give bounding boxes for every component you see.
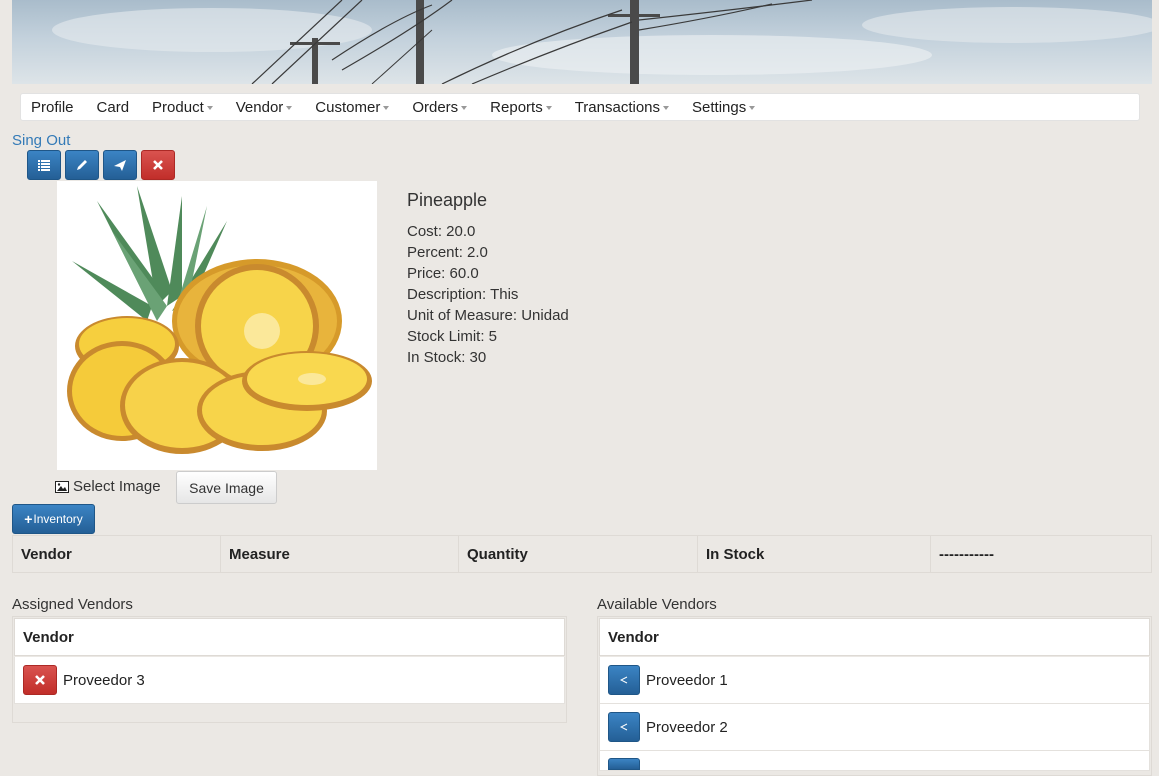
available-vendors-table: Vendor Proveedor 1 Proveedor 2 — [597, 616, 1152, 776]
vendor-name: Proveedor 1 — [646, 671, 728, 689]
save-image-button[interactable]: Save Image — [176, 471, 277, 504]
inventory-col-actions: ----------- — [939, 545, 994, 563]
product-name: Pineapple — [407, 190, 488, 210]
inventory-col-in-stock: In Stock — [698, 536, 931, 572]
main-navbar: Profile Card Product Vendor Customer Ord… — [20, 93, 1140, 121]
header-banner — [12, 0, 1152, 84]
signout-link[interactable]: Sing Out — [12, 132, 70, 149]
edit-button[interactable] — [65, 150, 99, 180]
inventory-label: Inventory — [33, 512, 83, 526]
table-row: Proveedor 1 — [599, 657, 1150, 704]
nav-customer[interactable]: Customer — [315, 98, 390, 116]
product-image — [57, 181, 377, 470]
select-image-button[interactable]: Select Image — [55, 478, 161, 495]
caret-down-icon — [545, 106, 552, 110]
nav-vendor[interactable]: Vendor — [236, 99, 293, 116]
nav-profile-label: Profile — [31, 98, 74, 116]
inventory-table: Vendor Measure Quantity In Stock -------… — [12, 535, 1152, 573]
nav-reports-label: Reports — [490, 98, 543, 116]
product-stock-limit: Stock Limit: 5 — [407, 328, 498, 345]
plus-icon: + — [24, 511, 33, 527]
list-button[interactable] — [27, 150, 61, 180]
caret-down-icon — [206, 106, 213, 110]
nav-transactions[interactable]: Transactions — [574, 98, 670, 116]
nav-product-label: Product — [152, 98, 204, 116]
arrow-left-icon — [620, 676, 628, 684]
nav-vendor-label: Vendor — [235, 98, 284, 116]
pencil-icon — [77, 160, 87, 170]
add-vendor-button[interactable] — [608, 665, 640, 695]
product-cost: Cost: 20.0 — [407, 223, 476, 240]
product-in-stock: In Stock: 30 — [407, 349, 487, 366]
nav-customer-label: Customer — [315, 98, 381, 116]
select-image-label: Select Image — [73, 478, 161, 495]
assigned-vendors-header: Vendor — [14, 618, 565, 656]
nav-orders-label: Orders — [412, 98, 459, 116]
inventory-col-quantity: Quantity — [459, 536, 698, 572]
assigned-vendors-table: Vendor Proveedor 3 — [12, 616, 567, 723]
caret-down-icon — [383, 106, 390, 110]
add-vendor-button[interactable] — [608, 712, 640, 742]
available-vendors-title: Available Vendors — [597, 596, 717, 613]
caret-down-icon — [663, 106, 670, 110]
nav-profile[interactable]: Profile — [31, 99, 74, 116]
nav-orders[interactable]: Orders — [412, 98, 468, 116]
vendor-name: Proveedor 2 — [646, 718, 728, 736]
nav-settings-label: Settings — [692, 98, 747, 116]
product-percent: Percent: 2.0 — [407, 244, 488, 261]
nav-card-label: Card — [96, 98, 130, 116]
table-row — [599, 751, 1150, 771]
nav-settings[interactable]: Settings — [692, 98, 756, 116]
nav-card[interactable]: Card — [97, 99, 130, 116]
caret-down-icon — [286, 106, 293, 110]
caret-down-icon — [461, 106, 468, 110]
delete-button[interactable] — [141, 150, 175, 180]
product-description: Description: This — [407, 286, 519, 303]
add-vendor-button[interactable] — [608, 758, 640, 770]
product-details: Pineapple Cost: 20.0 Percent: 2.0 Price:… — [407, 190, 569, 368]
caret-down-icon — [749, 106, 756, 110]
available-vendors-header: Vendor — [599, 618, 1150, 656]
product-unit: Unit of Measure: Unidad — [407, 307, 569, 324]
vendor-name: Proveedor 3 — [63, 671, 145, 689]
table-row: Proveedor 3 — [14, 657, 565, 704]
nav-reports[interactable]: Reports — [490, 99, 552, 116]
close-icon — [35, 675, 45, 685]
picture-icon — [55, 480, 69, 493]
nav-product[interactable]: Product — [152, 99, 213, 116]
assigned-vendors-title: Assigned Vendors — [12, 596, 133, 613]
banner-image — [52, 0, 1152, 84]
send-button[interactable] — [103, 150, 137, 180]
nav-transactions-label: Transactions — [574, 98, 661, 116]
remove-vendor-button[interactable] — [23, 665, 57, 695]
inventory-col-vendor: Vendor — [13, 536, 221, 572]
list-icon — [38, 159, 50, 171]
table-row: Proveedor 2 — [599, 704, 1150, 751]
inventory-col-measure: Measure — [221, 536, 459, 572]
product-price: Price: 60.0 — [407, 265, 479, 282]
close-icon — [153, 160, 163, 170]
arrow-left-icon — [620, 723, 628, 731]
add-inventory-button[interactable]: + Inventory — [12, 504, 95, 534]
send-icon — [114, 160, 126, 171]
